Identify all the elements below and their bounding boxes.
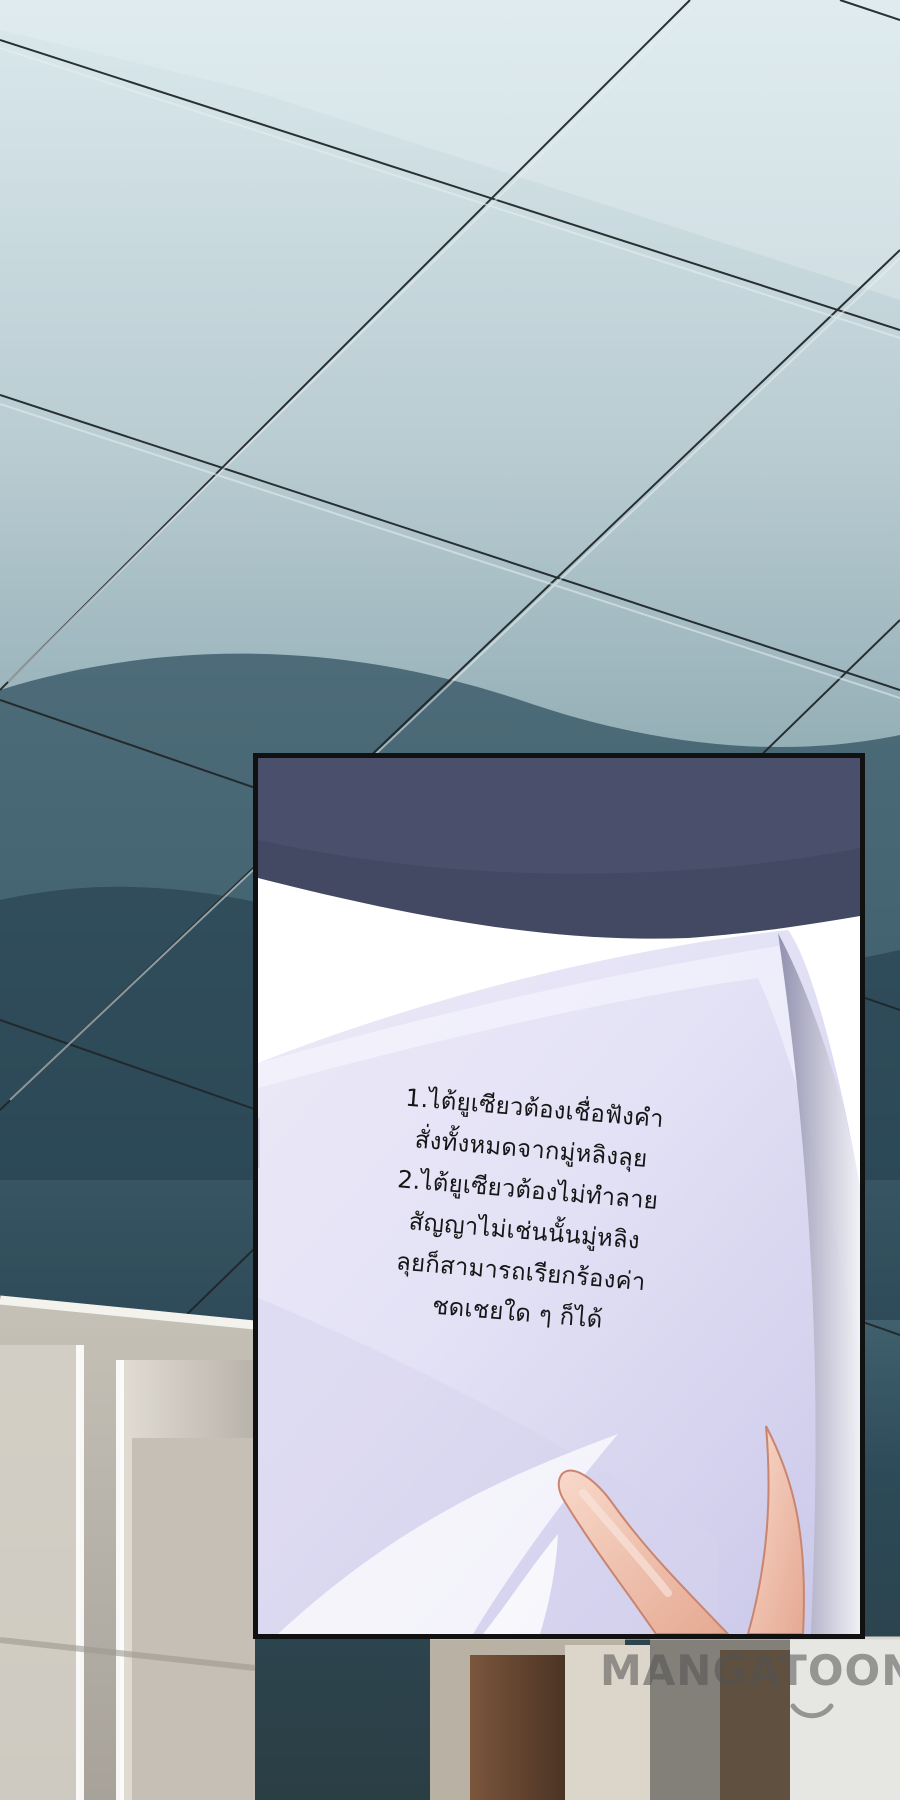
watermark-text: MANGATOON (600, 1651, 900, 1695)
comic-page: 1.ไต้ยูเซียวต้องเชื่อฟังคำ สั่งทั้งหมดจา… (0, 0, 900, 1800)
smile-icon (790, 1703, 834, 1719)
mangatoon-watermark: MANGATOON (600, 1651, 900, 1723)
contract-text: 1.ไต้ยูเซียวต้องเชื่อฟังคำ สั่งทั้งหมดจา… (351, 1075, 700, 1348)
contract-comic-panel: 1.ไต้ยูเซียวต้องเชื่อฟังคำ สั่งทั้งหมดจา… (253, 753, 865, 1639)
